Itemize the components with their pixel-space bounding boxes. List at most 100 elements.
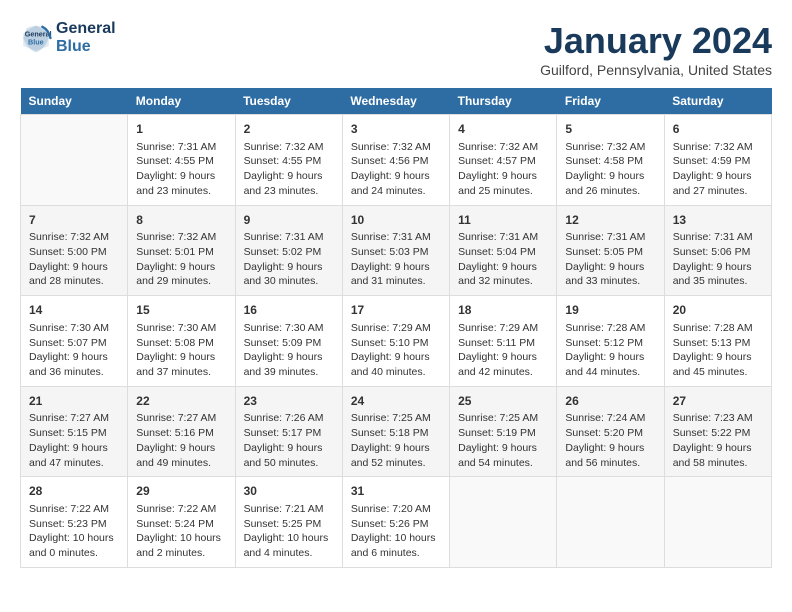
calendar-table: SundayMondayTuesdayWednesdayThursdayFrid… <box>20 88 772 568</box>
cell-content-line: Sunset: 5:22 PM <box>673 426 763 441</box>
day-number: 3 <box>351 121 441 138</box>
cell-content-line: Sunrise: 7:29 AM <box>351 321 441 336</box>
cell-content-line: Sunrise: 7:32 AM <box>244 140 334 155</box>
cell-content-line: Sunrise: 7:25 AM <box>458 411 548 426</box>
day-number: 22 <box>136 393 226 410</box>
calendar-week-row: 28 Sunrise: 7:22 AMSunset: 5:23 PM Dayligh… <box>21 477 772 568</box>
day-header-tuesday: Tuesday <box>235 88 342 115</box>
logo-line1: General <box>56 20 116 38</box>
cell-content-line: Sunrise: 7:26 AM <box>244 411 334 426</box>
calendar-cell: 4Sunrise: 7:32 AMSunset: 4:57 PMDaylight… <box>450 115 557 206</box>
cell-content-line: Sunrise: 7:31 AM <box>565 230 655 245</box>
cell-content-line: Sunset: 5:17 PM <box>244 426 334 441</box>
day-number: 19 <box>565 302 655 319</box>
day-number: 10 <box>351 212 441 229</box>
day-number: 12 <box>565 212 655 229</box>
calendar-cell: 1Sunrise: 7:31 AMSunset: 4:55 PMDaylight… <box>128 115 235 206</box>
cell-content-line: and 23 minutes. <box>136 184 226 199</box>
cell-content-line: Sunrise: 7:24 AM <box>565 411 655 426</box>
calendar-cell: 26Sunrise: 7:24 AMSunset: 5:20 PMDayligh… <box>557 386 664 477</box>
day-number: 29 <box>136 483 226 500</box>
cell-content-line: Daylight: 9 hours <box>673 260 763 275</box>
cell-content-line: and 28 minutes. <box>29 274 119 289</box>
day-number: 5 <box>565 121 655 138</box>
cell-content-line: Daylight: 9 hours <box>136 350 226 365</box>
calendar-cell: 18 Sunrise: 7:29 AMSunset: 5:11 PMDayligh… <box>450 296 557 387</box>
calendar-cell: 14Sunrise: 7:30 AMSunset: 5:07 PMDayligh… <box>21 296 128 387</box>
cell-content-line: and 42 minutes. <box>458 365 548 380</box>
day-number: 18 <box>458 302 548 319</box>
calendar-cell: 2Sunrise: 7:32 AMSunset: 4:55 PMDaylight… <box>235 115 342 206</box>
cell-content-line: Sunset: 5:01 PM <box>136 245 226 260</box>
cell-content-line: Daylight: 9 hours <box>244 169 334 184</box>
cell-content-line: and 4 minutes. <box>244 546 334 561</box>
cell-content-line: and 58 minutes. <box>673 456 763 471</box>
cell-content-line: Sunrise: 7:30 AM <box>244 321 334 336</box>
cell-content-line: Sunrise: 7:27 AM <box>136 411 226 426</box>
calendar-cell: 21Sunrise: 7:27 AMSunset: 5:15 PMDayligh… <box>21 386 128 477</box>
cell-content-line: and 50 minutes. <box>244 456 334 471</box>
cell-content-line: and 24 minutes. <box>351 184 441 199</box>
location: Guilford, Pennsylvania, United States <box>540 62 772 78</box>
calendar-cell: 10Sunrise: 7:31 AMSunset: 5:03 PMDayligh… <box>342 205 449 296</box>
day-header-thursday: Thursday <box>450 88 557 115</box>
cell-content-line: Daylight: 9 hours <box>458 350 548 365</box>
calendar-cell: 23Sunrise: 7:26 AMSunset: 5:17 PMDayligh… <box>235 386 342 477</box>
cell-content-line: Sunrise: 7:31 AM <box>351 230 441 245</box>
cell-content-line: Daylight: 9 hours <box>351 260 441 275</box>
month-title: January 2024 <box>540 20 772 62</box>
cell-content-line: Daylight: 9 hours <box>458 260 548 275</box>
cell-content-line: Sunset: 5:24 PM <box>136 517 226 532</box>
calendar-cell: 25Sunrise: 7:25 AMSunset: 5:19 PMDayligh… <box>450 386 557 477</box>
cell-content-line: Sunrise: 7:29 AM <box>458 321 548 336</box>
cell-content-line: and 49 minutes. <box>136 456 226 471</box>
calendar-cell: 22Sunrise: 7:27 AMSunset: 5:16 PMDayligh… <box>128 386 235 477</box>
cell-content-line: and 47 minutes. <box>29 456 119 471</box>
day-number: 13 <box>673 212 763 229</box>
cell-content-line: Sunrise: 7:32 AM <box>136 230 226 245</box>
cell-content-line: Sunset: 5:08 PM <box>136 336 226 351</box>
calendar-cell: 9Sunrise: 7:31 AMSunset: 5:02 PMDaylight… <box>235 205 342 296</box>
day-number: 7 <box>29 212 119 229</box>
cell-content-line: Sunrise: 7:30 AM <box>136 321 226 336</box>
cell-content-line: and 30 minutes. <box>244 274 334 289</box>
cell-content-line: and 29 minutes. <box>136 274 226 289</box>
day-number: 21 <box>29 393 119 410</box>
cell-content-line: Daylight: 9 hours <box>29 350 119 365</box>
cell-content-line: Sunset: 5:26 PM <box>351 517 441 532</box>
cell-content-line: Daylight: 9 hours <box>136 169 226 184</box>
day-number: 31 <box>351 483 441 500</box>
day-number: 25 <box>458 393 548 410</box>
cell-content-line: Daylight: 10 hours <box>351 531 441 546</box>
day-number: 6 <box>673 121 763 138</box>
cell-content-line: Sunset: 5:20 PM <box>565 426 655 441</box>
page-header: General Blue General Blue January 2024 G… <box>20 20 772 78</box>
cell-content-line: Sunset: 4:59 PM <box>673 154 763 169</box>
calendar-cell: 31Sunrise: 7:20 AMSunset: 5:26 PMDayligh… <box>342 477 449 568</box>
cell-content-line: Sunset: 5:06 PM <box>673 245 763 260</box>
cell-content-line: Sunrise: 7:28 AM <box>673 321 763 336</box>
cell-content-line: Sunrise: 7:31 AM <box>244 230 334 245</box>
day-number: 28 <box>29 483 119 500</box>
calendar-cell: 7Sunrise: 7:32 AMSunset: 5:00 PMDaylight… <box>21 205 128 296</box>
cell-content-line: and 6 minutes. <box>351 546 441 561</box>
calendar-cell: 24Sunrise: 7:25 AMSunset: 5:18 PMDayligh… <box>342 386 449 477</box>
cell-content-line: Sunrise: 7:22 AM <box>29 502 119 517</box>
title-block: January 2024 Guilford, Pennsylvania, Uni… <box>540 20 772 78</box>
cell-content-line: Sunset: 5:18 PM <box>351 426 441 441</box>
cell-content-line: Sunset: 5:10 PM <box>351 336 441 351</box>
cell-content-line: Daylight: 9 hours <box>29 441 119 456</box>
day-number: 27 <box>673 393 763 410</box>
cell-content-line: Sunset: 5:02 PM <box>244 245 334 260</box>
cell-content-line: Sunset: 5:23 PM <box>29 517 119 532</box>
day-number: 8 <box>136 212 226 229</box>
cell-content-line: Sunset: 5:25 PM <box>244 517 334 532</box>
cell-content-line: Daylight: 9 hours <box>244 260 334 275</box>
cell-content-line: and 23 minutes. <box>244 184 334 199</box>
cell-content-line: and 25 minutes. <box>458 184 548 199</box>
logo-icon: General Blue <box>20 22 52 54</box>
calendar-cell: 11Sunrise: 7:31 AMSunset: 5:04 PMDayligh… <box>450 205 557 296</box>
cell-content-line: Sunset: 5:11 PM <box>458 336 548 351</box>
calendar-week-row: 21Sunrise: 7:27 AMSunset: 5:15 PMDayligh… <box>21 386 772 477</box>
cell-content-line: Sunrise: 7:21 AM <box>244 502 334 517</box>
